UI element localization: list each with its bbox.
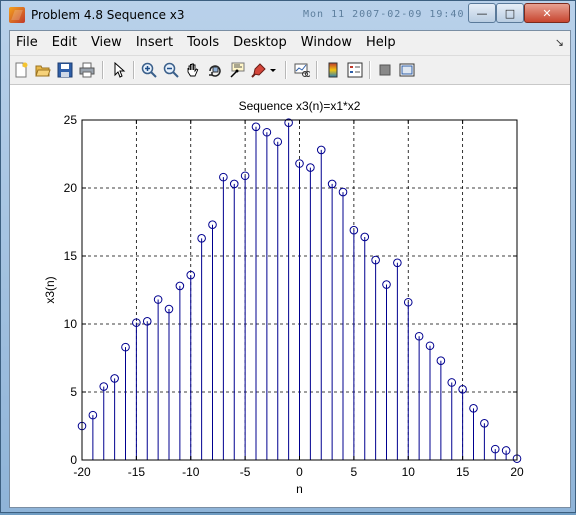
y-tick-label: 15 (64, 249, 78, 263)
figure-client-area: File Edit View Insert Tools Desktop Wind… (9, 30, 571, 508)
y-axis-label: x3(n) (43, 276, 57, 303)
y-tick-label: 0 (70, 453, 77, 467)
y-tick-label: 5 (70, 385, 77, 399)
stem-plot[interactable]: -20 -15 -10 -5 0 5 10 15 20 0 5 10 15 20 25 Sequence x3… (2, 2, 576, 515)
x-tick-label: 10 (402, 465, 416, 479)
x-tick-label: 15 (456, 465, 470, 479)
x-tick-label: 0 (296, 465, 303, 479)
chart-title: Sequence x3(n)=x1*x2 (239, 99, 361, 113)
figure-canvas[interactable]: -20 -15 -10 -5 0 5 10 15 20 0 5 10 15 20 25 Sequence x3… (10, 85, 570, 507)
x-tick-label: -10 (182, 465, 200, 479)
x-axis-label: n (296, 482, 303, 496)
x-tick-label: -15 (128, 465, 146, 479)
x-tick-label: 20 (510, 465, 524, 479)
x-tick-label: 5 (351, 465, 358, 479)
y-tick-label: 10 (64, 317, 78, 331)
figure-window: Problem 4.8 Sequence x3 Mon 11 2007-02-0… (0, 0, 576, 513)
x-tick-label: -5 (240, 465, 251, 479)
y-tick-label: 25 (64, 113, 78, 127)
x-tick-label: -20 (73, 465, 91, 479)
y-tick-label: 20 (64, 181, 78, 195)
